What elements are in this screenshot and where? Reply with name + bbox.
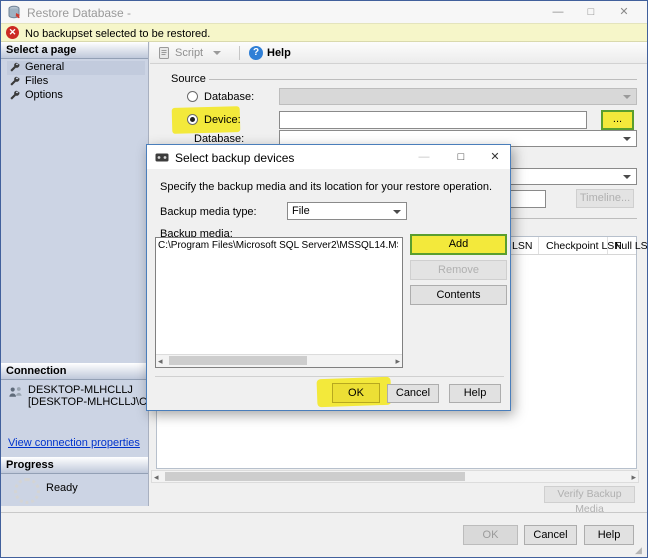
script-button[interactable]: Script — [175, 47, 203, 59]
media-list-item[interactable]: C:\Program Files\Microsoft SQL Server2\M… — [158, 240, 398, 251]
grid-col-checkpoint-lsn: Checkpoint LSN — [546, 240, 622, 252]
scroll-left-icon[interactable]: ◂ — [158, 355, 163, 367]
help-icon: ? — [249, 46, 263, 60]
media-type-value: File — [292, 205, 310, 217]
wrench-icon — [10, 76, 20, 86]
timeline-button[interactable]: Timeline... — [576, 189, 634, 208]
wrench-icon — [10, 90, 20, 100]
remove-button[interactable]: Remove — [410, 260, 507, 280]
warning-text: No backupset selected to be restored. — [25, 28, 211, 40]
backup-media-list[interactable]: C:\Program Files\Microsoft SQL Server2\M… — [155, 237, 403, 368]
source-group-line — [209, 79, 637, 80]
sidebar-item-general[interactable]: General — [7, 61, 145, 75]
restore-database-icon — [8, 5, 20, 19]
grid-col-lsn: LSN — [512, 240, 533, 252]
main-help-button[interactable]: Help — [584, 525, 634, 545]
scrollbar-thumb[interactable] — [169, 356, 307, 365]
progress-header: Progress — [1, 457, 148, 474]
main-ok-button[interactable]: OK — [463, 525, 518, 545]
device-radio[interactable] — [187, 114, 198, 125]
sidebar-item-label: Files — [25, 75, 49, 87]
modal-cancel-button[interactable]: Cancel — [387, 384, 439, 403]
device-radio-label: Device: — [204, 114, 241, 126]
sidebar-item-label: General — [25, 61, 65, 73]
sidebar-item-options[interactable]: Options — [7, 89, 145, 103]
add-button[interactable]: Add — [410, 234, 507, 255]
database-radio-label: Database: — [204, 91, 255, 103]
maximize-button[interactable]: □ — [580, 5, 602, 20]
scrollbar-thumb[interactable] — [165, 472, 465, 481]
content-toolbar — [150, 42, 647, 64]
error-icon: ✕ — [6, 26, 19, 39]
modal-maximize-button[interactable]: □ — [448, 149, 474, 165]
close-button[interactable]: ✕ — [613, 5, 635, 20]
modal-minimize-button[interactable]: — — [411, 149, 437, 165]
help-button[interactable]: Help — [267, 47, 291, 59]
grid-col-full-lsn: Full LS — [615, 240, 648, 252]
select-backup-devices-dialog: Select backup devices — □ ✕ Specify the … — [146, 144, 511, 411]
source-database-dropdown[interactable] — [279, 88, 637, 105]
scroll-right-icon[interactable]: ▸ — [631, 471, 636, 483]
modal-description: Specify the backup media and its locatio… — [160, 181, 493, 193]
script-icon — [159, 47, 169, 59]
verify-backup-media-button[interactable]: Verify Backup Media — [544, 486, 635, 515]
toolbar-separator — [239, 46, 240, 60]
restore-database-window: Restore Database - — □ ✕ ✕ No backupset … — [0, 0, 648, 558]
scroll-left-icon[interactable]: ◂ — [154, 471, 159, 483]
resize-grip[interactable]: ◢ — [635, 545, 642, 556]
sidebar-item-label: Options — [25, 89, 63, 101]
modal-help-button[interactable]: Help — [449, 384, 501, 403]
backup-device-icon — [155, 153, 169, 162]
window-title: Restore Database - — [27, 6, 132, 20]
progress-status: Ready — [46, 482, 78, 494]
modal-title: Select backup devices — [175, 151, 295, 165]
sidebar-item-files[interactable]: Files — [7, 75, 145, 89]
media-list-scrollbar[interactable]: ◂ ▸ — [156, 354, 402, 367]
connection-header: Connection — [1, 363, 148, 380]
view-connection-properties-link[interactable]: View connection properties — [8, 437, 140, 449]
modal-footer-separator — [155, 376, 504, 377]
media-type-dropdown[interactable]: File — [287, 202, 407, 220]
scroll-right-icon[interactable]: ▸ — [395, 355, 400, 367]
script-dropdown-caret[interactable] — [213, 51, 221, 55]
source-group-label: Source — [171, 73, 206, 85]
grid-horizontal-scrollbar[interactable]: ◂ ▸ — [151, 470, 639, 483]
device-input[interactable] — [279, 111, 587, 129]
minimize-button[interactable]: — — [547, 5, 569, 20]
database-radio[interactable] — [187, 91, 198, 102]
connection-users-icon — [9, 387, 22, 397]
select-a-page-header: Select a page — [1, 42, 148, 59]
contents-button[interactable]: Contents — [410, 285, 507, 305]
media-type-label: Backup media type: — [160, 206, 257, 218]
modal-close-button[interactable]: ✕ — [482, 149, 508, 165]
modal-ok-button[interactable]: OK — [332, 383, 380, 403]
footer-separator — [1, 512, 647, 513]
wrench-icon — [10, 62, 20, 72]
main-cancel-button[interactable]: Cancel — [524, 525, 577, 545]
connection-server: DESKTOP-MLHCLLJ — [28, 384, 133, 396]
progress-spinner-icon — [14, 478, 40, 504]
browse-device-button[interactable]: ... — [601, 110, 634, 130]
